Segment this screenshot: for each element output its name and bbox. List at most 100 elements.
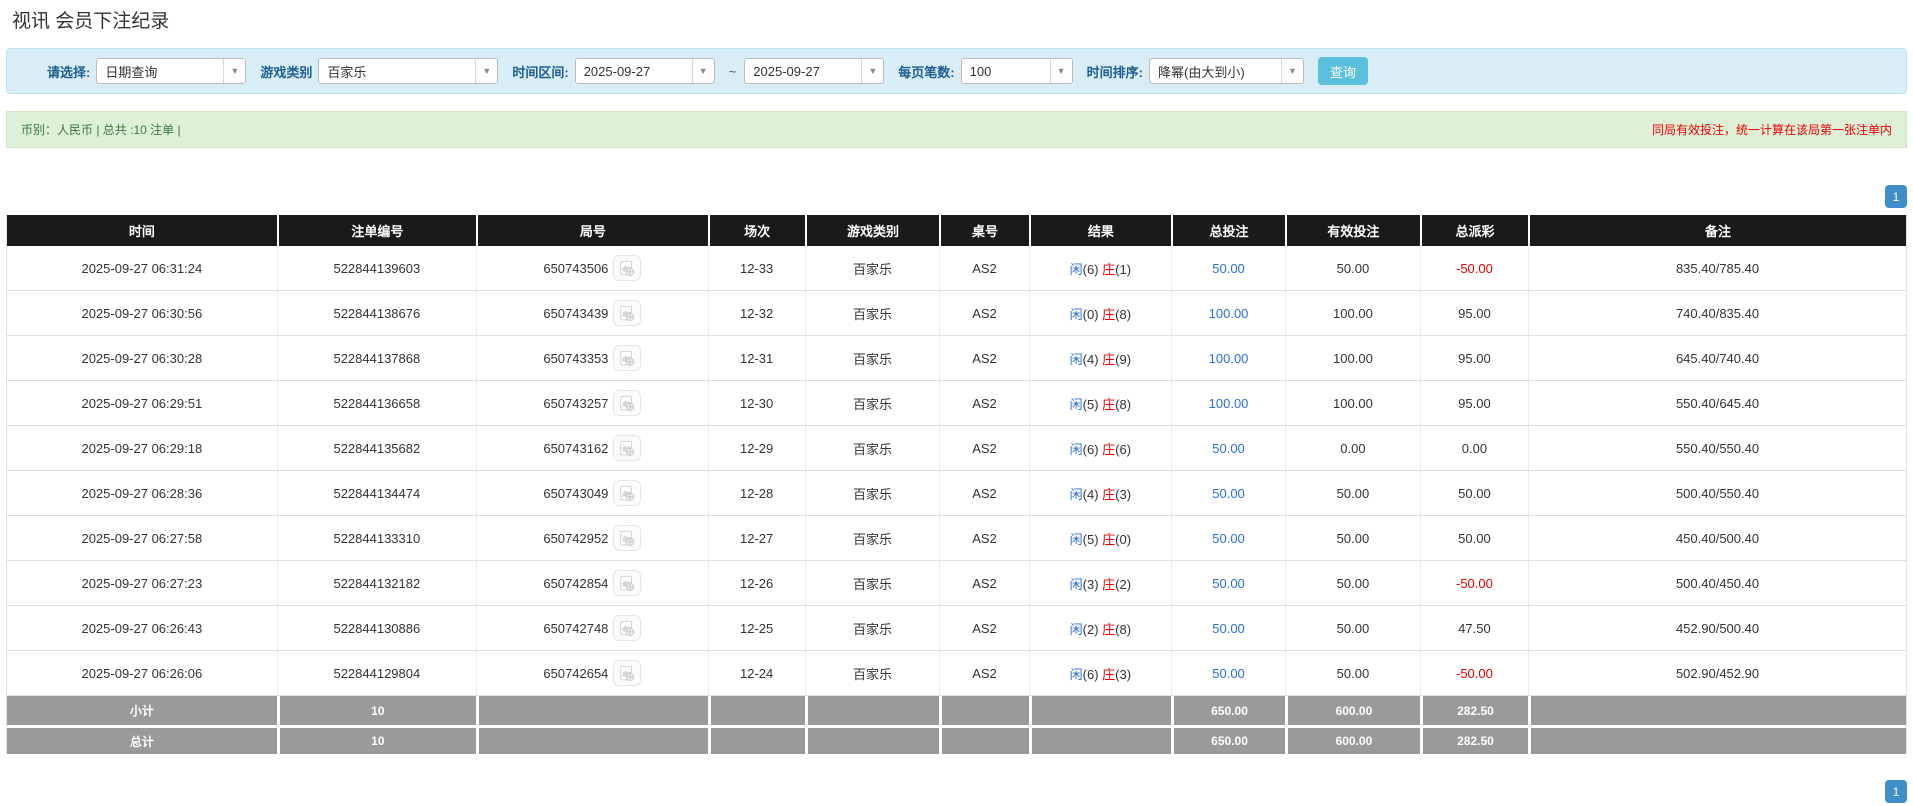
page-1-button[interactable]: 1 (1885, 780, 1907, 803)
total-bet-cell: 50.00 (1171, 471, 1285, 516)
dropdown-arrow-icon[interactable]: ▼ (861, 59, 883, 83)
bet-number-cell: 522844134474 (277, 471, 476, 516)
session-cell: 12-30 (708, 381, 805, 426)
total-bet-link[interactable]: 50.00 (1212, 486, 1245, 501)
result-player-label: 闲 (1070, 262, 1083, 277)
result-player-score: (5) (1083, 532, 1099, 547)
dropdown-arrow-icon[interactable]: ▼ (1050, 59, 1072, 83)
video-replay-button[interactable] (613, 435, 641, 461)
table-row: 2025-09-27 06:27:23522844132182650742854… (7, 561, 1906, 606)
video-replay-button[interactable] (613, 570, 641, 596)
page-size-select[interactable]: ▼ (961, 58, 1073, 84)
video-replay-button[interactable] (613, 615, 641, 641)
date-from-value[interactable] (576, 59, 692, 83)
game-type-cell: 百家乐 (805, 381, 940, 426)
result-player-label: 闲 (1070, 442, 1083, 457)
subtotal-row: 小计10650.00600.00282.50 (7, 696, 1906, 725)
video-replay-button[interactable] (613, 345, 641, 371)
total-bet-link[interactable]: 50.00 (1212, 576, 1245, 591)
time-cell: 2025-09-27 06:27:23 (7, 561, 277, 606)
dropdown-arrow-icon[interactable]: ▼ (475, 59, 497, 83)
video-replay-button[interactable] (613, 480, 641, 506)
time-cell: 2025-09-27 06:30:28 (7, 336, 277, 381)
result-banker-score: (3) (1115, 487, 1131, 502)
remark-cell: 645.40/740.40 (1528, 336, 1906, 381)
search-button[interactable]: 查询 (1318, 57, 1368, 85)
result-player-label: 闲 (1070, 622, 1083, 637)
round-number: 650742952 (543, 531, 608, 546)
total-bet-link[interactable]: 50.00 (1212, 666, 1245, 681)
result-banker-label: 庄 (1102, 577, 1115, 592)
video-icon (618, 350, 636, 367)
game-type-cell: 百家乐 (805, 606, 940, 651)
payout-cell: 47.50 (1420, 606, 1528, 651)
total-bet-cell: 100.00 (1171, 381, 1285, 426)
table-number-cell: AS2 (939, 246, 1028, 291)
valid-bet-cell: 0.00 (1285, 426, 1420, 471)
total-bet-cell: 50.00 (1171, 246, 1285, 291)
video-icon (618, 530, 636, 547)
grand-total-row-round-cell (476, 725, 708, 754)
result-banker-score: (3) (1115, 667, 1131, 682)
date-to-picker[interactable]: ▼ (744, 58, 884, 84)
dropdown-arrow-icon[interactable]: ▼ (1281, 59, 1303, 83)
range-separator: ~ (729, 64, 737, 79)
total-bet-link[interactable]: 50.00 (1212, 261, 1245, 276)
video-replay-button[interactable] (613, 525, 641, 551)
game-category-value[interactable] (319, 59, 475, 83)
page-1-button[interactable]: 1 (1885, 185, 1907, 208)
query-mode-value[interactable] (97, 59, 223, 83)
round-number-cell: 650743257 (476, 381, 708, 426)
video-replay-button[interactable] (613, 660, 641, 686)
query-mode-select[interactable]: ▼ (96, 58, 246, 84)
time-range-label: 时间区间: (512, 62, 568, 81)
total-bet-link[interactable]: 100.00 (1209, 396, 1249, 411)
result-player-label: 闲 (1070, 667, 1083, 682)
column-header-11: 备注 (1528, 215, 1906, 246)
time-cell: 2025-09-27 06:26:06 (7, 651, 277, 696)
column-header-3: 局号 (476, 215, 708, 246)
page-size-value[interactable] (962, 59, 1050, 83)
date-to-value[interactable] (745, 59, 861, 83)
video-replay-button[interactable] (613, 255, 641, 281)
video-replay-button[interactable] (613, 300, 641, 326)
valid-bet-cell: 100.00 (1285, 291, 1420, 336)
dropdown-arrow-icon[interactable]: ▼ (692, 59, 714, 83)
video-icon (618, 305, 636, 322)
grand-total-row-label-cell: 总计 (7, 725, 277, 754)
result-player-label: 闲 (1070, 307, 1083, 322)
game-type-cell: 百家乐 (805, 336, 940, 381)
date-from-picker[interactable]: ▼ (575, 58, 715, 84)
round-number-cell: 650743049 (476, 471, 708, 516)
valid-bet-cell: 100.00 (1285, 381, 1420, 426)
result-banker-score: (8) (1115, 622, 1131, 637)
valid-bet-cell: 50.00 (1285, 246, 1420, 291)
total-bet-link[interactable]: 50.00 (1212, 621, 1245, 636)
video-icon (618, 440, 636, 457)
column-header-7: 结果 (1029, 215, 1171, 246)
session-cell: 12-32 (708, 291, 805, 336)
dropdown-arrow-icon[interactable]: ▼ (223, 59, 245, 83)
round-number: 650743353 (543, 351, 608, 366)
result-player-score: (5) (1083, 397, 1099, 412)
time-cell: 2025-09-27 06:29:51 (7, 381, 277, 426)
result-banker-label: 庄 (1102, 442, 1115, 457)
grand-total-row-total-bet-cell: 650.00 (1171, 725, 1285, 754)
table-number-cell: AS2 (939, 561, 1028, 606)
total-bet-link[interactable]: 100.00 (1209, 351, 1249, 366)
bet-number-cell: 522844139603 (277, 246, 476, 291)
total-bet-link[interactable]: 100.00 (1209, 306, 1249, 321)
sort-order-select[interactable]: ▼ (1149, 58, 1304, 84)
total-bet-link[interactable]: 50.00 (1212, 441, 1245, 456)
round-number-cell: 650743162 (476, 426, 708, 471)
subtotal-row-round-cell (476, 696, 708, 725)
video-replay-button[interactable] (613, 390, 641, 416)
column-header-5: 游戏类别 (805, 215, 940, 246)
result-banker-score: (8) (1115, 307, 1131, 322)
time-cell: 2025-09-27 06:30:56 (7, 291, 277, 336)
result-player-label: 闲 (1070, 397, 1083, 412)
total-bet-link[interactable]: 50.00 (1212, 531, 1245, 546)
remark-cell: 500.40/550.40 (1528, 471, 1906, 516)
game-category-select[interactable]: ▼ (318, 58, 498, 84)
sort-order-value[interactable] (1150, 59, 1281, 83)
